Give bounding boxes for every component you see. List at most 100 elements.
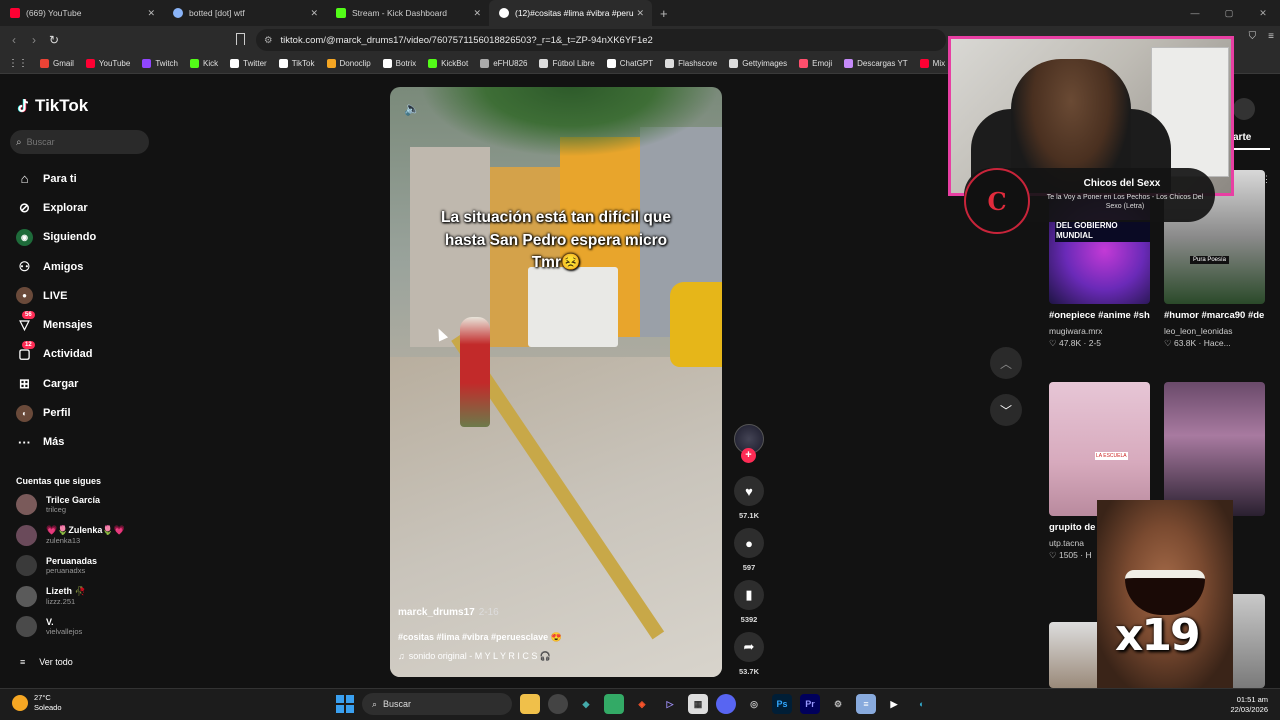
next-video-button[interactable]: ﹀ (990, 394, 1022, 426)
bookmark-item[interactable]: KickBot (428, 59, 468, 68)
taskbar-search[interactable]: ⌕ Buscar (362, 693, 512, 715)
tab-botted[interactable]: botted [dot] wtf ✕ (163, 0, 326, 26)
bookmark-item[interactable]: Flashscore (665, 59, 717, 68)
nav-item-para-ti[interactable]: ⌂ Para ti (0, 164, 155, 193)
nav-item-mensajes[interactable]: ▽ 56 Mensajes (0, 310, 155, 339)
system-clock[interactable]: 01:51 am 22/03/2026 (1230, 695, 1268, 715)
video-author[interactable]: marck_drums17 2-16 (398, 607, 698, 618)
volume-icon[interactable]: 🔈 (404, 101, 420, 117)
vscode-icon[interactable]: ◆ (576, 694, 596, 714)
windows-start-icon[interactable] (336, 695, 354, 713)
avatar[interactable] (16, 555, 37, 577)
close-icon[interactable]: ✕ (147, 8, 155, 19)
weather-widget[interactable]: 27°C Soleado (12, 693, 62, 713)
bookmark-item[interactable]: Twitch (142, 59, 178, 68)
nav-item-actividad[interactable]: ▢ 12 Actividad (0, 340, 155, 369)
premiere-icon[interactable]: Pr (800, 694, 820, 714)
tiktok-logo[interactable]: TikTok (16, 96, 88, 116)
notepad-icon[interactable]: ≡ (856, 694, 876, 714)
video-thumbnail[interactable] (1164, 382, 1265, 516)
share-button[interactable]: ➦ 53.7K (730, 632, 768, 676)
nav-item-amigos[interactable]: ⚇ Amigos (0, 252, 155, 281)
bookmark-item[interactable]: Kick (190, 59, 218, 68)
creator-avatar-button[interactable]: + (730, 424, 768, 463)
bookmark-item[interactable]: ChatGPT (606, 59, 653, 68)
bookmark-item[interactable]: TikTok (278, 59, 315, 68)
followed-account[interactable]: Trilce García trilceg (16, 494, 100, 515)
bookmark-item[interactable]: Donoclip (326, 59, 371, 68)
user-avatar[interactable] (1233, 98, 1255, 120)
previous-video-button[interactable]: ︿ (990, 347, 1022, 379)
player-icon[interactable]: ▶ (884, 694, 904, 714)
follow-plus-icon[interactable]: + (741, 448, 756, 463)
video-player[interactable]: 🔈 La situación está tan difícil que hast… (390, 87, 722, 677)
bookmark-item[interactable]: Fútbol Libre (539, 59, 595, 68)
comment-icon[interactable]: ● (734, 528, 764, 558)
obs-icon[interactable] (548, 694, 568, 714)
tab-tiktok[interactable]: (12)#cositas #lima #vibra #peru ✕ (489, 0, 652, 26)
bookmark-item[interactable]: Gmail (40, 59, 74, 68)
close-icon[interactable]: ✕ (636, 8, 644, 19)
share-icon[interactable]: ➦ (734, 632, 764, 662)
photoshop-icon[interactable]: Ps (772, 694, 792, 714)
url-field[interactable]: ⚙ tiktok.com/@marck_drums17/video/760757… (256, 29, 946, 51)
bookmark-item[interactable]: Emoji (799, 59, 832, 68)
nav-item-live[interactable]: ● LIVE (0, 281, 155, 310)
bookmark-icon[interactable]: ▮ (734, 580, 764, 610)
close-icon[interactable]: ✕ (473, 8, 481, 19)
video-sound[interactable]: ♫ sonido original - M Y L Y R I C S 🎧 (398, 651, 698, 662)
comment-button[interactable]: ● 597 (730, 528, 768, 572)
bookmark-item[interactable]: eFHU826 (480, 59, 527, 68)
followed-account[interactable]: Peruanadas peruanadxs (16, 555, 97, 577)
bookmark-icon[interactable] (236, 33, 245, 45)
edge-icon[interactable]: ◐ (912, 694, 932, 714)
avatar[interactable] (16, 616, 37, 638)
bookmark-item[interactable]: Gettyimages (729, 59, 787, 68)
apps-icon[interactable]: ⋮⋮ (8, 58, 28, 69)
bookmark-item[interactable]: Twitter (230, 59, 267, 68)
followed-account[interactable]: 💗🌷Zulenka🌷💗 zulenka13 (16, 524, 125, 546)
tab-arte[interactable]: arte (1233, 132, 1251, 143)
new-tab-button[interactable]: + (652, 6, 676, 21)
close-icon[interactable]: ✕ (310, 8, 318, 19)
forward-button[interactable]: › (24, 33, 44, 47)
nav-item-cargar[interactable]: ⊞ Cargar (0, 369, 155, 398)
settings-icon[interactable]: ⚙ (828, 694, 848, 714)
see-all-link[interactable]: ≡ Ver todo (20, 657, 73, 667)
minimize-button[interactable]: — (1178, 0, 1212, 26)
avatar[interactable] (16, 524, 37, 546)
search-box[interactable]: ⌕ (10, 130, 149, 154)
card-user[interactable]: mugiwara.mrx (1049, 326, 1150, 336)
nav-item-m-s[interactable]: ··· Más (0, 428, 155, 457)
like-button[interactable]: ♥ 57.1K (730, 476, 768, 520)
file-explorer-icon[interactable] (520, 694, 540, 714)
back-button[interactable]: ‹ (4, 33, 24, 47)
media-icon[interactable]: ▷ (660, 694, 680, 714)
heart-icon[interactable]: ♥ (734, 476, 764, 506)
video-description[interactable]: #cositas #lima #vibra #peruesclave 😍 (398, 632, 698, 643)
reload-button[interactable]: ↻ (44, 33, 64, 47)
followed-account[interactable]: Lizeth 🥀 lizzz.251 (16, 585, 86, 607)
bookmark-item[interactable]: Botrix (382, 59, 416, 68)
followed-account[interactable]: V. vielvallejos (16, 616, 82, 638)
card-user[interactable]: leo_leon_leonidas (1164, 326, 1265, 336)
video-thumbnail[interactable]: LA ESCUELA (1049, 382, 1150, 516)
tab-kick-dashboard[interactable]: Stream - Kick Dashboard ✕ (326, 0, 489, 26)
site-info-icon[interactable]: ⚙ (264, 35, 273, 46)
maximize-button[interactable]: ▢ (1212, 0, 1246, 26)
brave-shield-icon[interactable]: ⛉ (1249, 31, 1257, 42)
search-input[interactable] (26, 137, 127, 147)
author-name[interactable]: marck_drums17 (398, 607, 475, 618)
menu-icon[interactable]: ≡ (1268, 31, 1274, 42)
app-icon[interactable] (604, 694, 624, 714)
bookmark-item[interactable]: YouTube (85, 59, 130, 68)
bookmark-item[interactable]: Descargas YT (844, 59, 908, 68)
avatar[interactable] (16, 585, 37, 607)
nav-item-siguiendo[interactable]: ◉ Siguiendo (0, 223, 155, 252)
nav-item-perfil[interactable]: ◐ Perfil (0, 398, 155, 427)
calculator-icon[interactable]: ▦ (688, 694, 708, 714)
brave-icon[interactable]: ◈ (632, 694, 652, 714)
nav-item-explorar[interactable]: ⊘ Explorar (0, 193, 155, 222)
save-button[interactable]: ▮ 5392 (730, 580, 768, 624)
discord-icon[interactable] (716, 694, 736, 714)
